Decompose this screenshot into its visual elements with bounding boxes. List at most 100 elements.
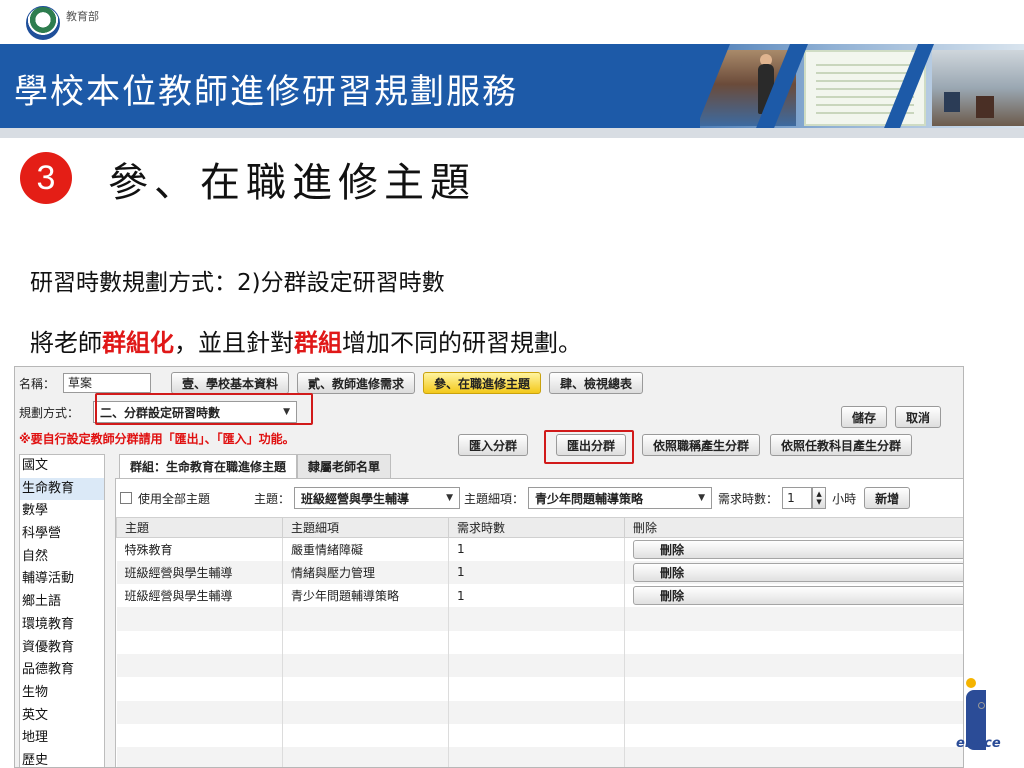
column-header-hours[interactable]: 需求時數 (448, 517, 625, 538)
save-button[interactable]: 儲存 (841, 406, 888, 428)
ministry-header: 教育部 (26, 6, 99, 40)
title-banner: 學校本位教師進修研習規劃服務 (0, 44, 1024, 128)
hours-unit: 小時 (832, 491, 857, 506)
ministry-logo-icon (26, 6, 60, 40)
table-row[interactable]: 班級經營與學生輔導 情緒與壓力管理 1 刪除 (116, 560, 963, 585)
chevron-down-icon: ▼ (698, 493, 706, 503)
list-item[interactable]: 品德教育 (20, 659, 104, 682)
import-groups-button[interactable]: 匯入分群 (458, 434, 529, 456)
table-row-empty (116, 677, 963, 701)
desc-text: 將老師 (30, 329, 102, 357)
list-item[interactable]: 生物 (20, 682, 104, 705)
list-item[interactable]: 歷史 (20, 750, 104, 767)
list-item[interactable]: 科學營 (20, 523, 104, 546)
list-item[interactable]: 資優教育 (20, 637, 104, 660)
list-item[interactable]: 英文 (20, 705, 104, 728)
desc-text: ，並且針對 (174, 329, 294, 357)
group-setting-warning: ※要自行設定教師分群請用「匯出」、「匯入」功能。 (19, 432, 295, 446)
subtopic-select[interactable]: 青少年問題輔導策略 ▼ (528, 487, 713, 509)
cell-hours: 1 (448, 584, 625, 608)
list-item[interactable]: 自然 (20, 546, 104, 569)
spinner-up-icon[interactable]: ▲ (816, 490, 821, 498)
desc-highlight-group: 群組 (294, 329, 342, 357)
yellow-dot-icon (966, 678, 976, 688)
spinner-down-icon[interactable]: ▼ (816, 498, 821, 506)
delete-row-button[interactable]: 刪除 (633, 562, 963, 582)
column-header-subtopic[interactable]: 主題細項 (282, 517, 449, 538)
cell-topic: 班級經營與學生輔導 (116, 560, 283, 585)
topic-select[interactable]: 班級經營與學生輔導 ▼ (294, 487, 461, 509)
table-row-empty (116, 747, 963, 767)
table-row[interactable]: 特殊教育 嚴重情緒障礙 1 刪除 (116, 537, 963, 561)
desc-highlight-grouping: 群組化 (102, 329, 174, 357)
desc-text: 增加不同的研習規劃。 (342, 329, 582, 357)
subject-list: 國文 生命教育 數學 科學營 自然 輔導活動 鄉土語 環境教育 資優教育 品德教… (19, 454, 105, 767)
list-item[interactable]: 輔導活動 (20, 568, 104, 591)
topic-table: 主題 主題細項 需求時數 刪除 特殊教育 嚴重情緒障礙 1 刪除 班級經營與學生… (116, 517, 963, 767)
column-header-delete[interactable]: 刪除 (624, 517, 963, 538)
table-header-row: 主題 主題細項 需求時數 刪除 (116, 517, 963, 538)
cell-hours: 1 (448, 560, 625, 585)
tab-group-topics[interactable]: 群組：生命教育在職進修主題 (119, 454, 298, 478)
list-item[interactable]: 環境教育 (20, 614, 104, 637)
group-topic-panel: 使用全部主題 主題： 班級經營與學生輔導 ▼ 主題細項： 青少年問題輔導策略 ▼… (115, 478, 963, 767)
delete-row-button[interactable]: 刪除 (633, 586, 963, 606)
tab-inservice-topics[interactable]: 參、在職進修主題 (423, 372, 542, 394)
list-item[interactable]: 數學 (20, 500, 104, 523)
column-header-topic[interactable]: 主題 (116, 517, 283, 538)
chevron-down-icon: ▼ (446, 493, 454, 503)
service-logo: ervice (956, 676, 1024, 768)
planning-app-window: 名稱： 草案 壹、學校基本資料 貳、教師進修需求 參、在職進修主題 肆、檢視總表… (14, 366, 964, 768)
list-item-selected[interactable]: 生命教育 (20, 477, 104, 501)
plan-method-label: 規劃方式： (19, 405, 80, 420)
table-row-empty (116, 630, 963, 654)
description-line-2: 將老師群組化，並且針對群組增加不同的研習規劃。 (30, 323, 582, 358)
highlight-export-button (544, 430, 634, 464)
service-logo-text: ervice (956, 736, 1001, 751)
cell-subtopic: 嚴重情緒障礙 (282, 537, 449, 561)
ministry-name: 教育部 (66, 10, 99, 23)
hours-label: 需求時數： (718, 491, 779, 506)
topic-label: 主題： (254, 491, 291, 506)
list-item[interactable]: 國文 (20, 455, 104, 478)
name-input[interactable]: 草案 (63, 373, 152, 393)
tab-teacher-needs[interactable]: 貳、教師進修需求 (297, 372, 416, 394)
section-title: 參、在職進修主題 (108, 160, 476, 206)
group-by-subject-button[interactable]: 依照任教科目產生分群 (770, 434, 913, 456)
group-by-title-button[interactable]: 依照職稱產生分群 (642, 434, 761, 456)
cancel-button[interactable]: 取消 (895, 406, 942, 428)
banner-title: 學校本位教師進修研習規劃服務 (14, 72, 518, 112)
subtopic-label: 主題細項： (464, 491, 525, 506)
delete-row-button[interactable]: 刪除 (633, 539, 963, 559)
hours-input[interactable]: 1 (782, 487, 813, 509)
list-item[interactable]: 地理 (20, 727, 104, 750)
table-row-empty (116, 700, 963, 724)
cell-hours: 1 (448, 537, 625, 561)
table-row-empty (116, 723, 963, 748)
cell-subtopic: 情緒與壓力管理 (282, 560, 449, 585)
cell-topic: 特殊教育 (116, 537, 283, 561)
cell-topic: 班級經營與學生輔導 (116, 584, 283, 608)
name-label: 名稱： (19, 376, 56, 391)
tab-member-teachers[interactable]: 隸屬老師名單 (297, 454, 392, 478)
tab-school-info[interactable]: 壹、學校基本資料 (171, 372, 290, 394)
add-topic-button[interactable]: 新增 (864, 487, 911, 509)
circle-dot-icon (978, 702, 985, 709)
list-item[interactable]: 鄉土語 (20, 591, 104, 614)
description-line-1: 研習時數規劃方式：2)分群設定研習時數 (30, 270, 445, 296)
subtopic-select-value: 青少年問題輔導策略 (535, 491, 644, 506)
computer-lab-photo (932, 50, 1024, 126)
banner-underline (0, 128, 1024, 138)
topic-select-value: 班級經營與學生輔導 (301, 491, 410, 506)
table-row-empty (116, 607, 963, 631)
tab-summary[interactable]: 肆、檢視總表 (549, 372, 644, 394)
table-row[interactable]: 班級經營與學生輔導 青少年問題輔導策略 1 刪除 (116, 584, 963, 608)
hours-spinner[interactable]: ▲ ▼ (812, 487, 827, 509)
use-all-topics-checkbox[interactable] (120, 492, 132, 504)
highlight-plan-method (95, 393, 313, 425)
step-number-badge: 3 (20, 152, 72, 204)
use-all-topics-label: 使用全部主題 (138, 491, 211, 506)
table-row-empty (116, 653, 963, 678)
cell-subtopic: 青少年問題輔導策略 (282, 584, 449, 608)
group-tabs: 群組：生命教育在職進修主題 隸屬老師名單 (119, 454, 392, 478)
